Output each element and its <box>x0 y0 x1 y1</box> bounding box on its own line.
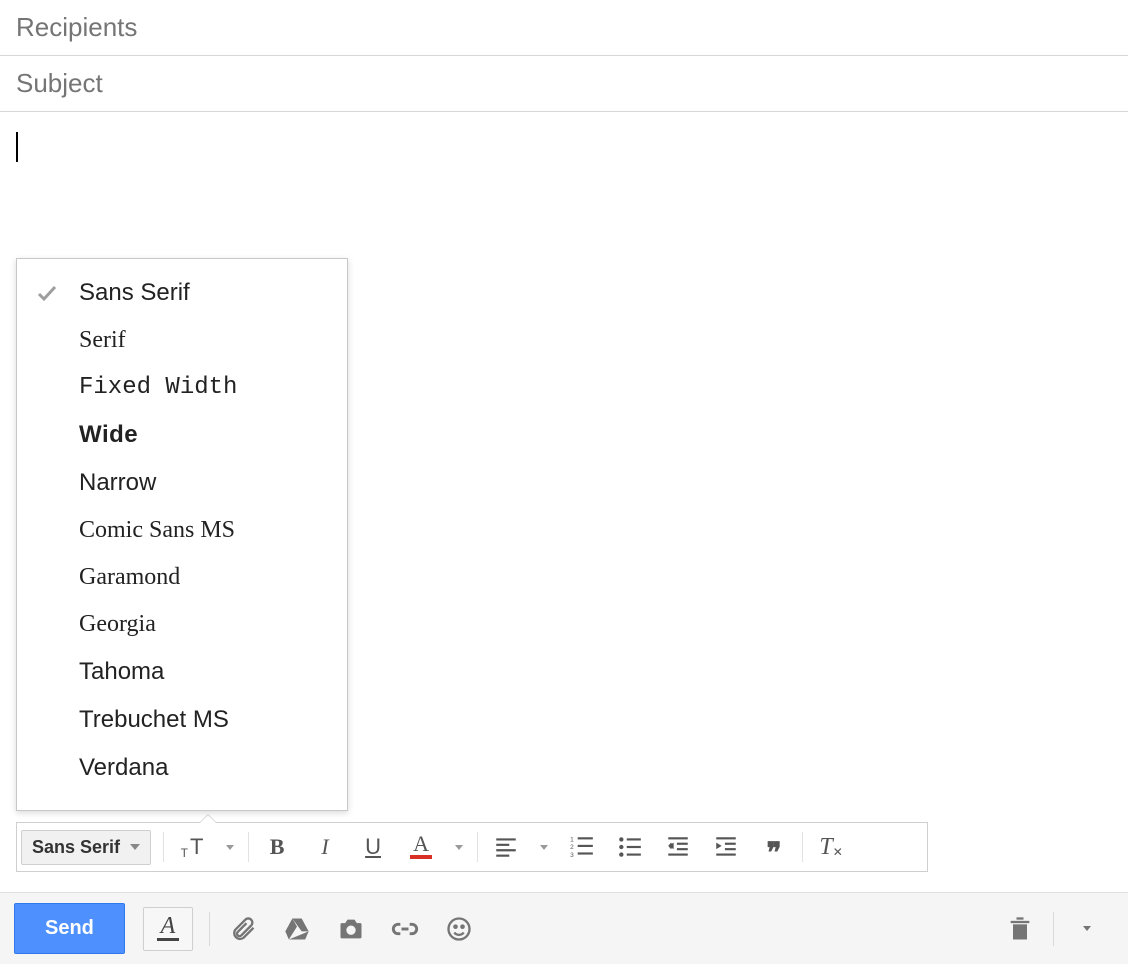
recipients-field[interactable] <box>0 0 1128 56</box>
font-option-georgia[interactable]: Georgia <box>17 601 347 648</box>
font-size-dropdown[interactable] <box>218 827 242 867</box>
text-color-dropdown[interactable] <box>447 827 471 867</box>
font-option-narrow[interactable]: Narrow <box>17 459 347 507</box>
indent-more-button[interactable] <box>704 827 748 867</box>
align-left-icon <box>493 834 519 860</box>
compose-action-bar: Send A <box>0 892 1128 964</box>
font-option-garamond[interactable]: Garamond <box>17 554 347 601</box>
separator <box>802 832 803 862</box>
insert-emoji-button[interactable] <box>432 905 486 953</box>
font-option-wide[interactable]: Wide <box>17 411 347 459</box>
indent-less-button[interactable] <box>656 827 700 867</box>
drive-icon <box>283 915 311 943</box>
indent-less-icon <box>665 834 691 860</box>
discard-draft-button[interactable] <box>993 905 1047 953</box>
insert-drive-button[interactable] <box>270 905 324 953</box>
attach-file-button[interactable] <box>216 905 270 953</box>
bold-button[interactable]: B <box>255 827 299 867</box>
align-button[interactable] <box>484 827 528 867</box>
formatting-toolbar: Sans Serif TT B I U A 1 <box>16 822 928 872</box>
font-option-fixed-width[interactable]: Fixed Width <box>17 364 347 411</box>
remove-formatting-icon: T✕ <box>819 834 842 861</box>
font-option-label: Fixed Width <box>79 374 237 401</box>
underline-button[interactable]: U <box>351 827 395 867</box>
font-option-comic-sans-ms[interactable]: Comic Sans MS <box>17 507 347 554</box>
font-option-label: Verdana <box>79 754 168 782</box>
numbered-list-icon: 1 2 3 <box>569 834 595 860</box>
font-select-label: Sans Serif <box>32 837 120 858</box>
separator <box>1053 912 1054 946</box>
font-option-label: Garamond <box>79 564 180 591</box>
bold-icon: B <box>270 834 285 860</box>
toggle-formatting-button[interactable]: A <box>143 907 193 951</box>
separator <box>163 832 164 862</box>
more-options-button[interactable] <box>1060 905 1114 953</box>
insert-photo-button[interactable] <box>324 905 378 953</box>
emoji-icon <box>445 915 473 943</box>
font-option-verdana[interactable]: Verdana <box>17 744 347 792</box>
svg-text:3: 3 <box>570 852 574 859</box>
font-option-tahoma[interactable]: Tahoma <box>17 648 347 696</box>
numbered-list-button[interactable]: 1 2 3 <box>560 827 604 867</box>
font-option-label: Sans Serif <box>79 279 190 307</box>
quote-icon: ❞ <box>767 846 782 860</box>
bulleted-list-button[interactable] <box>608 827 652 867</box>
chevron-down-icon <box>1083 926 1091 931</box>
paperclip-icon <box>229 915 257 943</box>
toolbar-pointer <box>199 814 217 823</box>
send-button[interactable]: Send <box>14 903 125 954</box>
quote-button[interactable]: ❞ <box>752 827 796 867</box>
svg-text:2: 2 <box>570 844 574 851</box>
font-option-trebuchet-ms[interactable]: Trebuchet MS <box>17 696 347 744</box>
chevron-down-icon <box>455 845 463 850</box>
font-option-label: Narrow <box>79 469 156 497</box>
indent-more-icon <box>713 834 739 860</box>
font-size-button[interactable]: TT <box>170 827 214 867</box>
italic-icon: I <box>321 834 328 860</box>
chevron-down-icon <box>130 844 140 850</box>
font-option-serif[interactable]: Serif <box>17 317 347 364</box>
font-menu[interactable]: Sans Serif Serif Fixed Width Wide Narrow Comi… <box>16 258 348 811</box>
camera-icon <box>337 915 365 943</box>
align-dropdown[interactable] <box>532 827 556 867</box>
formatting-icon: A <box>161 916 176 936</box>
font-option-label: Tahoma <box>79 658 164 686</box>
separator <box>477 832 478 862</box>
check-icon <box>35 281 79 305</box>
text-color-button[interactable]: A <box>399 827 443 867</box>
separator <box>248 832 249 862</box>
text-color-icon: A <box>410 835 432 859</box>
text-caret <box>16 132 18 162</box>
bulleted-list-icon <box>617 834 643 860</box>
font-select[interactable]: Sans Serif <box>21 830 151 865</box>
subject-field[interactable] <box>0 56 1128 112</box>
remove-formatting-button[interactable]: T✕ <box>809 827 853 867</box>
font-option-label: Trebuchet MS <box>79 706 229 734</box>
font-option-sans-serif[interactable]: Sans Serif <box>17 269 347 317</box>
font-option-label: Serif <box>79 327 126 354</box>
chevron-down-icon <box>226 845 234 850</box>
font-option-label: Comic Sans MS <box>79 517 235 544</box>
separator <box>209 912 210 946</box>
insert-link-button[interactable] <box>378 905 432 953</box>
trash-icon <box>1006 915 1034 943</box>
text-size-icon: TT <box>181 834 204 860</box>
chevron-down-icon <box>540 845 548 850</box>
link-icon <box>391 915 419 943</box>
font-option-label: Georgia <box>79 611 156 638</box>
italic-button[interactable]: I <box>303 827 347 867</box>
underline-icon: U <box>365 834 381 860</box>
font-option-label: Wide <box>79 421 138 449</box>
svg-text:1: 1 <box>570 837 574 844</box>
